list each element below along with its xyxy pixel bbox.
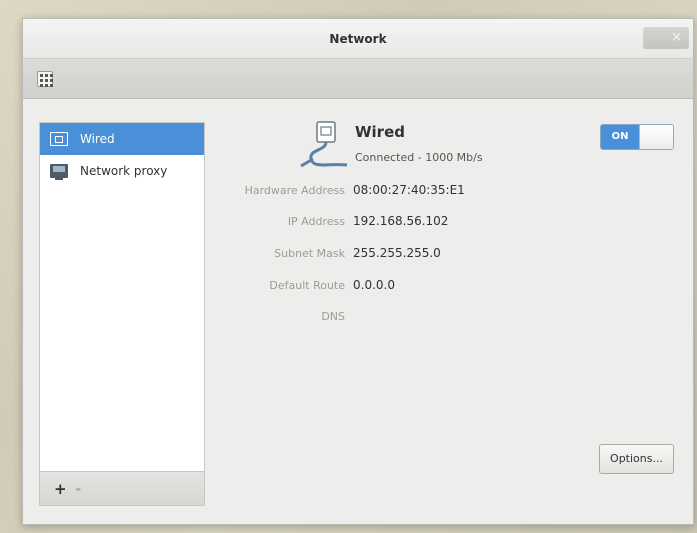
wired-icon: [50, 132, 68, 146]
sidebar-item-wired[interactable]: Wired: [40, 123, 204, 155]
device-list: Wired Network proxy: [39, 122, 205, 472]
hardware-address-value: 08:00:27:40:35:E1: [353, 183, 465, 197]
dns-label: DNS: [321, 310, 345, 323]
subnet-mask-value: 255.255.255.0: [353, 246, 441, 260]
network-proxy-icon: [50, 164, 68, 180]
title-bar: Network ×: [23, 19, 693, 59]
ip-address-value: 192.168.56.102: [353, 214, 449, 228]
toggle-on-label: ON: [601, 125, 639, 149]
sidebar-item-network-proxy[interactable]: Network proxy: [40, 155, 204, 187]
sidebar-footer: + -: [39, 472, 205, 506]
sidebar-item-label: Wired: [80, 132, 115, 146]
window-title: Network: [329, 32, 387, 46]
toggle-knob: [639, 125, 673, 149]
subnet-mask-label: Subnet Mask: [274, 247, 345, 260]
toolbar: [23, 59, 693, 99]
default-route-label: Default Route: [269, 279, 345, 292]
hardware-address-label: Hardware Address: [244, 184, 345, 197]
grid-icon[interactable]: [37, 71, 53, 87]
connection-status: Connected - 1000 Mb/s: [355, 151, 483, 164]
add-device-button[interactable]: +: [54, 480, 67, 498]
default-route-value: 0.0.0.0: [353, 278, 395, 292]
close-button[interactable]: ×: [643, 27, 689, 49]
close-icon: ×: [671, 30, 682, 45]
sidebar-item-label: Network proxy: [80, 164, 168, 178]
options-button[interactable]: Options...: [599, 444, 674, 474]
network-settings-window: Network × Wired Network proxy + - Wired …: [22, 18, 694, 525]
connection-title: Wired: [355, 123, 405, 141]
wired-connection-icon: [300, 121, 348, 168]
remove-device-button[interactable]: -: [75, 480, 81, 498]
ip-address-label: IP Address: [287, 215, 345, 228]
connection-toggle[interactable]: ON: [600, 124, 674, 150]
